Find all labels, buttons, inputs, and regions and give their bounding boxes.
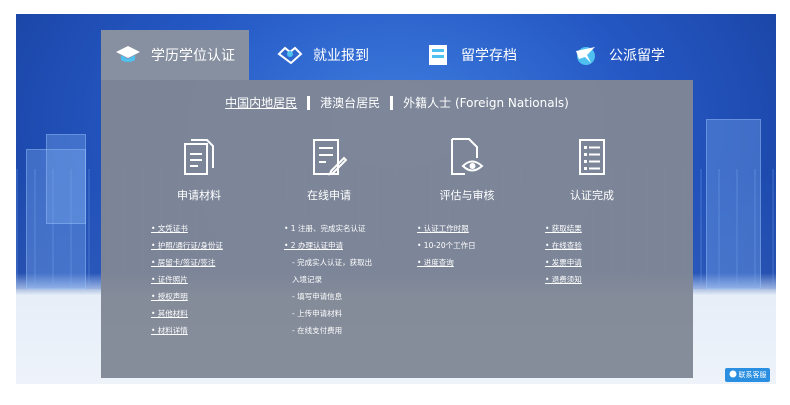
divider — [307, 95, 311, 110]
review-list: • 认证工作时限 • 10-20个工作日 • 进度查询 — [417, 220, 476, 271]
step-label: 认证完成 — [570, 189, 614, 202]
list-item: • 1 注册、完成实名认证 — [284, 224, 366, 233]
contact-service-button[interactable]: 联系客服 — [725, 368, 770, 382]
subnav-mainland[interactable]: 中国内地居民 — [225, 94, 297, 111]
process-steps: 申请材料 在线申请 评估与审核 认证完成 — [101, 135, 693, 205]
list-item: • 10-20个工作日 — [417, 241, 476, 250]
tab-label: 公派留学 — [609, 48, 665, 64]
graduation-cap-icon — [115, 42, 141, 68]
divider — [390, 95, 394, 110]
list-item[interactable]: • 在线查验 — [545, 237, 582, 254]
list-item[interactable]: • 退费须知 — [545, 271, 582, 288]
service-tabs: 学历学位认证 就业报到 留学存档 公派留学 — [101, 30, 693, 80]
list-item[interactable]: • 授权声明 — [151, 288, 223, 305]
list-item[interactable]: • 材料详情 — [151, 322, 223, 339]
tab-label: 就业报到 — [313, 48, 369, 64]
tab-study-archive[interactable]: 留学存档 — [397, 30, 545, 80]
documents-icon — [139, 135, 259, 179]
airplane-globe-icon — [573, 42, 599, 68]
contact-service-label: 联系客服 — [738, 371, 767, 379]
list-item: - 完成实人认证，获取出 — [292, 258, 373, 267]
tab-label: 学历学位认证 — [151, 48, 235, 64]
chat-icon — [729, 370, 737, 380]
list-item[interactable]: • 其他材料 — [151, 305, 223, 322]
list-item: 入境记录 — [292, 275, 322, 284]
building-shape — [706, 119, 761, 289]
tab-content-panel: 中国内地居民 港澳台居民 外籍人士 (Foreign Nationals) 申请… — [101, 80, 693, 378]
list-item[interactable]: • 发票申请 — [545, 254, 582, 271]
list-item[interactable]: • 证件照片 — [151, 271, 223, 288]
tab-employment-report[interactable]: 就业报到 — [249, 30, 397, 80]
complete-list: • 获取结果 • 在线查验 • 发票申请 • 退费须知 — [545, 220, 582, 288]
materials-list: • 文凭证书 • 护照/通行证/身份证 • 居留卡/签证/签注 • 证件照片 •… — [151, 220, 223, 339]
step-materials: 申请材料 — [139, 135, 259, 203]
file-cabinet-icon — [425, 42, 451, 68]
list-item[interactable]: • 护照/通行证/身份证 — [151, 237, 223, 254]
step-label: 评估与审核 — [439, 189, 495, 202]
subnav-foreign[interactable]: 外籍人士 (Foreign Nationals) — [403, 94, 569, 111]
list-item: - 在线支付费用 — [292, 326, 343, 335]
list-item[interactable]: • 认证工作时限 — [417, 220, 476, 237]
step-online-apply: 在线申请 — [269, 135, 389, 203]
list-item[interactable]: • 文凭证书 — [151, 220, 223, 237]
list-item[interactable]: • 居留卡/签证/签注 — [151, 254, 223, 271]
step-label: 申请材料 — [177, 189, 221, 202]
step-review: 评估与审核 — [407, 135, 527, 203]
step-complete: 认证完成 — [532, 135, 652, 203]
list-item: - 上传申请材料 — [292, 309, 343, 318]
tab-government-study-abroad[interactable]: 公派留学 — [545, 30, 693, 80]
tab-label: 留学存档 — [461, 48, 517, 64]
residency-subnav: 中国内地居民 港澳台居民 外籍人士 (Foreign Nationals) — [101, 94, 693, 111]
subnav-hkmt[interactable]: 港澳台居民 — [320, 94, 380, 111]
list-item[interactable]: • 进度查询 — [417, 254, 476, 271]
tab-degree-certification[interactable]: 学历学位认证 — [101, 30, 249, 80]
step-label: 在线申请 — [307, 189, 351, 202]
handshake-icon — [277, 42, 303, 68]
list-item: - 填写申请信息 — [292, 292, 343, 301]
document-eye-icon — [407, 135, 527, 179]
list-item[interactable]: • 获取结果 — [545, 220, 582, 237]
apply-list: • 1 注册、完成实名认证 • 2 办理认证申请 - 完成实人认证，获取出 入境… — [284, 220, 372, 339]
checklist-icon — [532, 135, 652, 179]
list-item[interactable]: • 2 办理认证申请 — [284, 237, 372, 254]
building-shape — [46, 134, 86, 224]
form-edit-icon — [269, 135, 389, 179]
